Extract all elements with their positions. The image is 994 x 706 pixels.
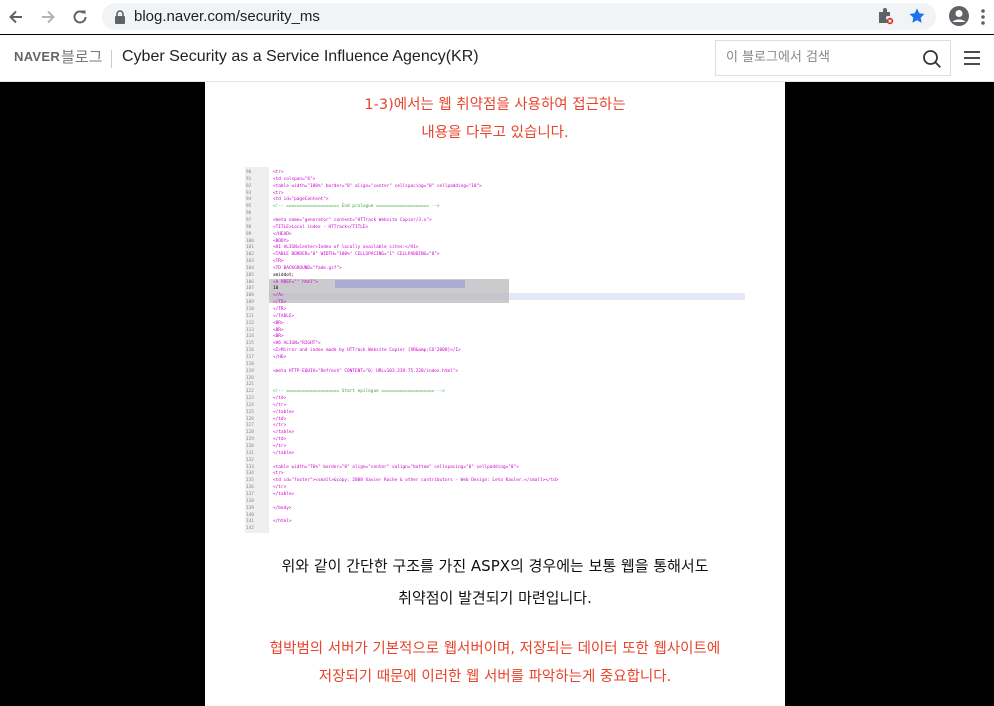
- forward-button[interactable]: [36, 5, 60, 29]
- arrow-right-icon: [42, 10, 55, 24]
- blog-home-link[interactable]: 블로그: [61, 46, 102, 67]
- paragraph-aspx-line2: 취약점이 발견되기 마련입니다.: [398, 589, 592, 607]
- blog-search-box: [715, 40, 951, 76]
- paragraph-intro: 1-3)에서는 웹 취약점을 사용하여 접근하는 내용을 다루고 있습니다.: [205, 91, 785, 147]
- paragraph-server-line1: 협박범의 서버가 기본적으로 웹서버이며, 저장되는 데이터 또한 웹사이트에: [269, 641, 721, 657]
- post-content: 1-3)에서는 웹 취약점을 사용하여 접근하는 내용을 다루고 있습니다. 9…: [205, 82, 785, 706]
- hamburger-menu-icon[interactable]: [964, 51, 980, 65]
- header-divider: [111, 50, 112, 68]
- reload-button[interactable]: [68, 5, 92, 29]
- reload-icon: [73, 10, 87, 24]
- paragraph-aspx-line1: 위와 같이 간단한 구조를 가진 ASPX의 경우에는 보통 웹을 통해서도: [281, 557, 709, 575]
- more-vertical-icon: [981, 9, 985, 25]
- arrow-left-icon: [9, 10, 22, 24]
- bookmark-star-icon[interactable]: [908, 7, 926, 25]
- browser-toolbar: blog.naver.com/security_ms: [0, 0, 994, 34]
- profile-button[interactable]: [948, 5, 970, 31]
- code-line-number: 142: [246, 526, 254, 532]
- blog-title[interactable]: Cyber Security as a Service Influence Ag…: [122, 48, 479, 66]
- url-text: blog.naver.com/security_ms: [134, 8, 320, 25]
- account-icon: [949, 6, 969, 26]
- paragraph-aspx: 위와 같이 간단한 구조를 가진 ASPX의 경우에는 보통 웹을 통해서도 취…: [205, 550, 785, 614]
- browser-menu-button[interactable]: [980, 9, 986, 29]
- lock-icon: [115, 9, 125, 24]
- paragraph-server: 협박범의 서버가 기본적으로 웹서버이며, 저장되는 데이터 또한 웹사이트에 …: [205, 635, 785, 691]
- code-screenshot-image: 90 <tr> 91 <td colspan="6"> 92 <table widt…: [245, 167, 745, 533]
- paragraph-intro-line1: 1-3)에서는 웹 취약점을 사용하여 접근하는: [364, 97, 626, 113]
- blog-search-input[interactable]: [726, 50, 916, 65]
- address-bar[interactable]: blog.naver.com/security_ms: [102, 3, 936, 30]
- extension-blocked-icon[interactable]: [876, 7, 894, 25]
- naver-logo[interactable]: NAVER: [14, 49, 60, 64]
- search-icon[interactable]: [922, 49, 942, 69]
- code-line-text: [273, 525, 743, 532]
- blog-header: NAVER 블로그 Cyber Security as a Service In…: [0, 35, 994, 82]
- paragraph-intro-line2: 내용을 다루고 있습니다.: [421, 125, 569, 141]
- back-button[interactable]: [4, 5, 28, 29]
- paragraph-server-line2: 저장되기 때문에 이러한 웹 서버를 파악하는게 중요합니다.: [318, 669, 672, 685]
